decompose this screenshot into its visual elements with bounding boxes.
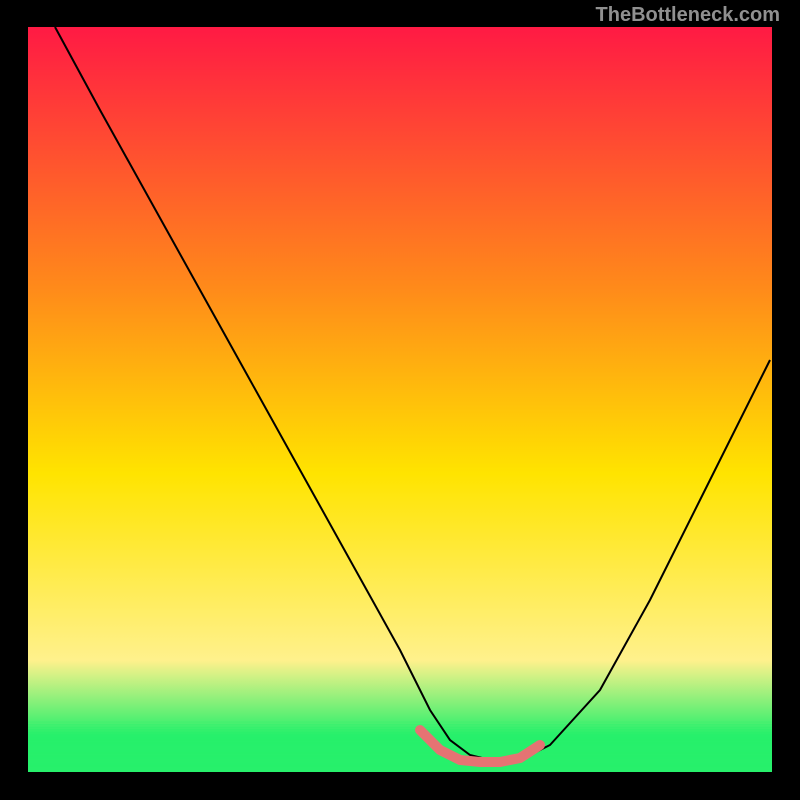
plot-background: [28, 27, 772, 772]
chart-frame: TheBottleneck.com: [0, 0, 800, 800]
watermark-text: TheBottleneck.com: [596, 4, 780, 27]
bottleneck-chart: [0, 0, 800, 800]
